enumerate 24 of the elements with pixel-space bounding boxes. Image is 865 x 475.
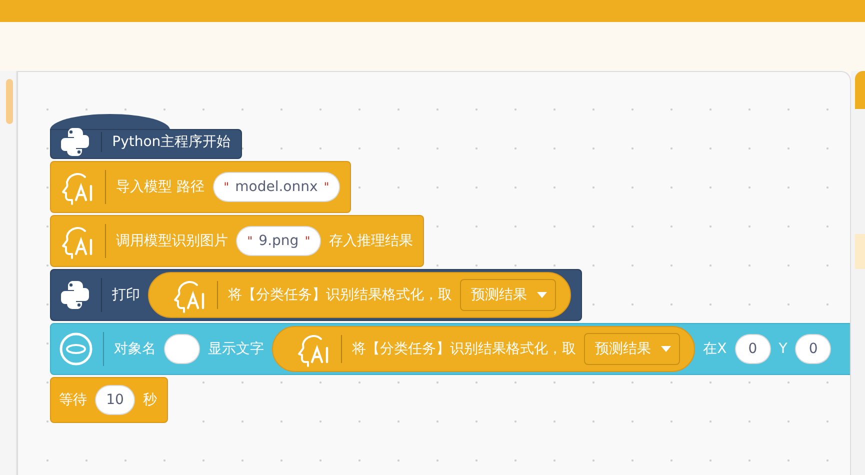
- ring-icon: [59, 332, 94, 366]
- block-label: 等待: [59, 390, 88, 410]
- block-label: 存入推理结果: [329, 232, 414, 250]
- block-label: 显示文字: [208, 340, 264, 358]
- text-input[interactable]: " 9.png ": [236, 226, 322, 256]
- block-label: 对象名: [114, 340, 156, 358]
- block-label: Y: [778, 340, 788, 358]
- block-label: Python主程序开始: [112, 132, 231, 152]
- number-input[interactable]: [164, 334, 200, 364]
- block-label: 调用模型识别图片: [116, 232, 228, 250]
- side-panel: [854, 234, 865, 269]
- block-label: 在X: [703, 340, 727, 358]
- scrollbar-thumb[interactable]: [6, 79, 13, 124]
- block-label: 将【分类任务】识别结果格式化，取: [228, 286, 452, 304]
- text-input[interactable]: " model.onnx ": [212, 172, 340, 202]
- side-tab[interactable]: [854, 71, 865, 109]
- block-label: 秒: [142, 390, 157, 410]
- python-icon: [59, 279, 92, 311]
- number-input[interactable]: 0: [734, 334, 771, 364]
- block-label: 导入模型 路径: [116, 178, 205, 196]
- block-label: 将【分类任务】识别结果格式化，取: [352, 340, 576, 358]
- block-label: 打印: [112, 286, 140, 304]
- number-input[interactable]: 10: [95, 385, 135, 415]
- number-input[interactable]: 0: [795, 334, 832, 364]
